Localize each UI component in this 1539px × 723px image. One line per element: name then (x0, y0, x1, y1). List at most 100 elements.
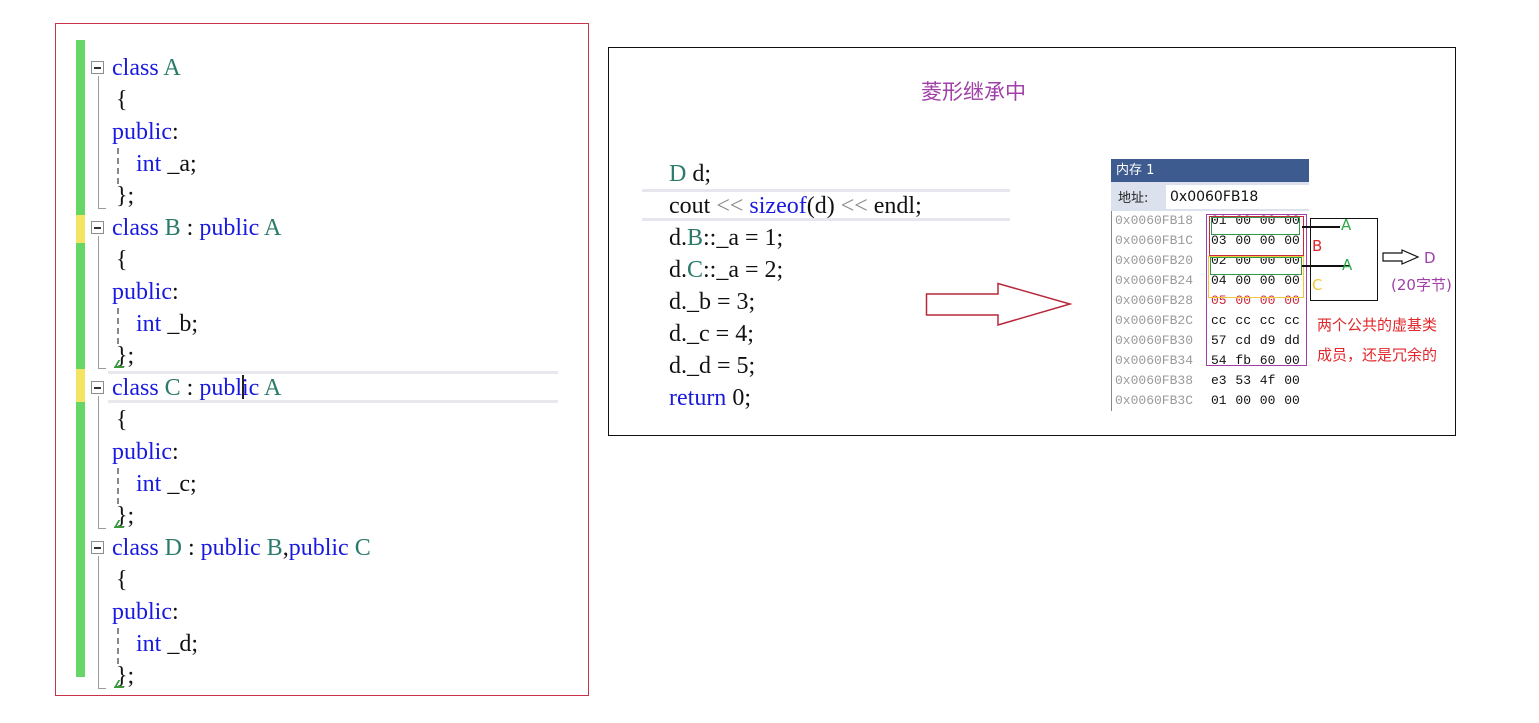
indent-guide (98, 236, 99, 368)
code-editor-panel: class A { public: int _a;}; class B : publi… (55, 23, 589, 696)
slide-panel: 菱形继承中 D d; cout << sizeof(d) << endl; d.B:… (608, 47, 1456, 436)
memory-bytes: 54 fb 60 00 (1211, 353, 1300, 368)
scope-dots (117, 308, 119, 344)
memory-row[interactable]: 0x0060FB34 54 fb 60 00 (1112, 351, 1309, 371)
memory-address: 0x0060FB3C (1115, 393, 1194, 408)
collapse-icon[interactable] (91, 221, 104, 234)
memory-bytes: 02 00 00 00 (1211, 253, 1300, 268)
code-line: int _a; (112, 148, 197, 180)
code-token: _c; (161, 471, 197, 497)
code-token: C (164, 375, 181, 401)
scope-dots (117, 148, 119, 184)
code-token: << (716, 193, 744, 219)
label-a: A (1341, 216, 1352, 234)
change-bar-modified (76, 215, 85, 243)
code-token: { (116, 567, 128, 593)
code-line: d._c = 4; (669, 318, 754, 350)
memory-window[interactable]: 内存 1 地址: 0x0060FB18 0x0060FB18 01 00 00 0… (1111, 159, 1309, 414)
indent-guide (98, 556, 99, 688)
collapse-icon[interactable] (91, 61, 104, 74)
code-token: ::_a = 1; (703, 225, 784, 251)
code-token: B (266, 535, 283, 561)
memory-bytes: 01 00 00 00 (1211, 393, 1300, 408)
code-token: public (112, 119, 172, 145)
code-line: }; (116, 180, 134, 212)
code-line: int _d; (112, 628, 198, 660)
memory-rows: 0x0060FB18 01 00 00 00 0x0060FB1C 03 00 00 … (1111, 211, 1309, 411)
collapse-icon[interactable] (91, 381, 104, 394)
annotation-text: 两个公共的虚基类成员，还是冗余的 (1317, 316, 1438, 364)
code-token: ::_a = 2; (703, 257, 784, 283)
code-token: public (200, 535, 267, 561)
address-label: 地址: (1118, 191, 1149, 206)
indent-guide-end (98, 688, 106, 689)
small-arrow-icon (1382, 249, 1420, 265)
label-d: D (1424, 249, 1436, 267)
code-token: public (199, 215, 265, 241)
code-token: D (164, 535, 182, 561)
code-line: int _c; (112, 468, 197, 500)
memory-row[interactable]: 0x0060FB1C 03 00 00 00 (1112, 231, 1309, 251)
code-token: : (172, 119, 179, 145)
code-line: d._d = 5; (669, 350, 755, 382)
code-token: d. (669, 257, 687, 283)
code-line: class C : public A (112, 372, 281, 404)
code-token: : (182, 535, 201, 561)
code-token: public (112, 279, 172, 305)
code-token: { (116, 407, 128, 433)
indent-guide-end (98, 368, 106, 369)
code-token: << (840, 193, 868, 219)
memory-bytes: 57 cd d9 dd (1211, 333, 1300, 348)
memory-bytes: 05 00 00 00 (1211, 293, 1300, 308)
code-token: (d) (806, 193, 841, 219)
code-token: return (669, 385, 727, 411)
memory-bytes: 01 00 00 00 (1211, 213, 1300, 228)
code-token: C (354, 535, 371, 561)
memory-row[interactable]: 0x0060FB20 02 00 00 00 (1112, 251, 1309, 271)
code-token: class (112, 535, 165, 561)
collapse-icon[interactable] (91, 541, 104, 554)
code-line: { (116, 84, 128, 116)
memory-row[interactable]: 0x0060FB18 01 00 00 00 (1112, 211, 1309, 231)
code-token: 0; (726, 385, 751, 411)
code-line: { (116, 564, 128, 596)
code-token: _a; (161, 151, 197, 177)
change-bar-modified (76, 369, 85, 402)
right-arrow-icon (925, 282, 1073, 326)
memory-row[interactable]: 0x0060FB30 57 cd d9 dd (1112, 331, 1309, 351)
code-token: public (288, 535, 355, 561)
code-token: d._d = 5; (669, 353, 756, 379)
code-token: int (136, 151, 162, 177)
indent-guide (98, 76, 99, 208)
code-token: A (264, 215, 282, 241)
code-token: sizeof (749, 193, 807, 219)
code-token: d; (686, 161, 712, 187)
memory-row[interactable]: 0x0060FB3C 01 00 00 00 (1112, 391, 1309, 411)
memory-row[interactable]: 0x0060FB28 05 00 00 00 (1112, 291, 1309, 311)
memory-address: 0x0060FB1C (1115, 233, 1194, 248)
memory-row[interactable]: 0x0060FB2C cc cc cc cc (1112, 311, 1309, 331)
memory-address: 0x0060FB20 (1115, 253, 1194, 268)
indent-guide-end (98, 208, 106, 209)
code-token: A (264, 375, 282, 401)
memory-address: 0x0060FB24 (1115, 273, 1194, 288)
label-a: A (1342, 256, 1353, 274)
code-token: A (163, 55, 181, 81)
address-input[interactable]: 0x0060FB18 (1166, 184, 1309, 209)
code-token: { (116, 87, 128, 113)
code-token: _d; (161, 631, 199, 657)
memory-address: 0x0060FB30 (1115, 333, 1194, 348)
code-token: public (112, 599, 172, 625)
memory-address: 0x0060FB34 (1115, 353, 1194, 368)
memory-row[interactable]: 0x0060FB38 e3 53 4f 00 (1112, 371, 1309, 391)
scope-dots (117, 468, 119, 504)
code-line: { (116, 244, 128, 276)
code-line: d._b = 3; (669, 286, 755, 318)
memory-row[interactable]: 0x0060FB24 04 00 00 00 (1112, 271, 1309, 291)
code-token: B (164, 215, 181, 241)
code-line: public: (112, 436, 179, 468)
code-token: d. (669, 225, 687, 251)
code-token: class (112, 215, 165, 241)
code-token: int (136, 631, 162, 657)
